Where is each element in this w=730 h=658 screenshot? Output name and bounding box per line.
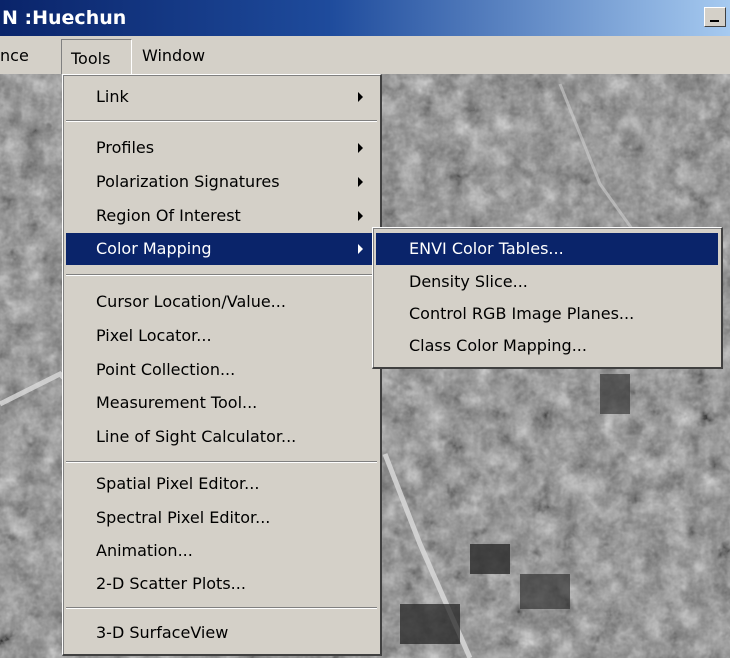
menubar-item-window[interactable]: Window [142, 36, 205, 74]
menu-item-measurement-tool[interactable]: Measurement Tool... [66, 387, 377, 419]
color-mapping-submenu: ENVI Color Tables... Density Slice... Co… [372, 227, 723, 369]
menu-separator [66, 274, 377, 276]
menu-item-spectral-pixel-editor[interactable]: Spectral Pixel Editor... [66, 502, 377, 534]
menu-item-polarization-signatures[interactable]: Polarization Signatures [66, 166, 377, 198]
submenu-item-class-color-mapping[interactable]: Class Color Mapping... [376, 330, 718, 362]
minimize-icon [710, 20, 719, 22]
menu-item-label: ENVI Color Tables... [409, 239, 564, 258]
menu-item-2d-scatter-plots[interactable]: 2-D Scatter Plots... [66, 568, 377, 600]
menu-item-label: Region Of Interest [96, 206, 241, 225]
menu-item-label: Density Slice... [409, 272, 528, 291]
menu-item-label: Measurement Tool... [96, 393, 258, 412]
menu-item-label: Cursor Location/Value... [96, 292, 286, 311]
menu-item-label: Line of Sight Calculator... [96, 427, 297, 446]
menu-item-label: Spatial Pixel Editor... [96, 474, 260, 493]
submenu-arrow-icon [358, 143, 363, 153]
tools-menu: Link Profiles Polarization Signatures Re… [62, 74, 382, 656]
submenu-arrow-icon [358, 244, 363, 254]
submenu-item-density-slice[interactable]: Density Slice... [376, 266, 718, 298]
minimize-button[interactable] [704, 7, 726, 27]
menu-item-label: Control RGB Image Planes... [409, 304, 635, 323]
window-title: N :Huechun [2, 7, 127, 29]
menu-item-point-collection[interactable]: Point Collection... [66, 354, 377, 386]
menu-item-animation[interactable]: Animation... [66, 535, 377, 567]
menu-separator [66, 120, 377, 122]
menu-item-label: Animation... [96, 541, 193, 560]
menu-item-link[interactable]: Link [66, 81, 377, 113]
menu-item-3d-surfaceview[interactable]: 3-D SurfaceView [66, 617, 377, 649]
menubar-item-label: nce [0, 46, 29, 65]
window-title-bar[interactable]: N :Huechun [0, 0, 730, 36]
menu-item-pixel-locator[interactable]: Pixel Locator... [66, 320, 377, 352]
menubar-item-tools[interactable]: Tools [61, 39, 132, 75]
menu-item-label: Link [96, 87, 129, 106]
menu-item-color-mapping[interactable]: Color Mapping [66, 233, 377, 265]
submenu-item-envi-color-tables[interactable]: ENVI Color Tables... [376, 233, 718, 265]
menu-item-label: Color Mapping [96, 239, 212, 258]
menu-item-line-of-sight-calculator[interactable]: Line of Sight Calculator... [66, 421, 377, 453]
menubar-item-maintenance[interactable]: nce [0, 36, 29, 74]
menu-item-label: 2-D Scatter Plots... [96, 574, 246, 593]
submenu-arrow-icon [358, 177, 363, 187]
submenu-arrow-icon [358, 211, 363, 221]
menubar-item-label: Tools [71, 49, 111, 68]
submenu-arrow-icon [358, 92, 363, 102]
menubar-item-label: Window [142, 46, 206, 65]
menu-bar: nce Tools Window [0, 36, 730, 75]
menu-item-label: Pixel Locator... [96, 326, 212, 345]
menu-item-label: Polarization Signatures [96, 172, 280, 191]
menu-item-region-of-interest[interactable]: Region Of Interest [66, 200, 377, 232]
menu-item-label: Class Color Mapping... [409, 336, 587, 355]
menu-item-cursor-location[interactable]: Cursor Location/Value... [66, 286, 377, 318]
menu-item-label: Point Collection... [96, 360, 236, 379]
menu-item-label: Spectral Pixel Editor... [96, 508, 271, 527]
menu-separator [66, 461, 377, 463]
menu-item-label: 3-D SurfaceView [96, 623, 229, 642]
menu-item-spatial-pixel-editor[interactable]: Spatial Pixel Editor... [66, 468, 377, 500]
submenu-item-control-rgb-image-planes[interactable]: Control RGB Image Planes... [376, 298, 718, 330]
menu-separator [66, 607, 377, 609]
menu-item-profiles[interactable]: Profiles [66, 132, 377, 164]
menu-item-label: Profiles [96, 138, 155, 157]
